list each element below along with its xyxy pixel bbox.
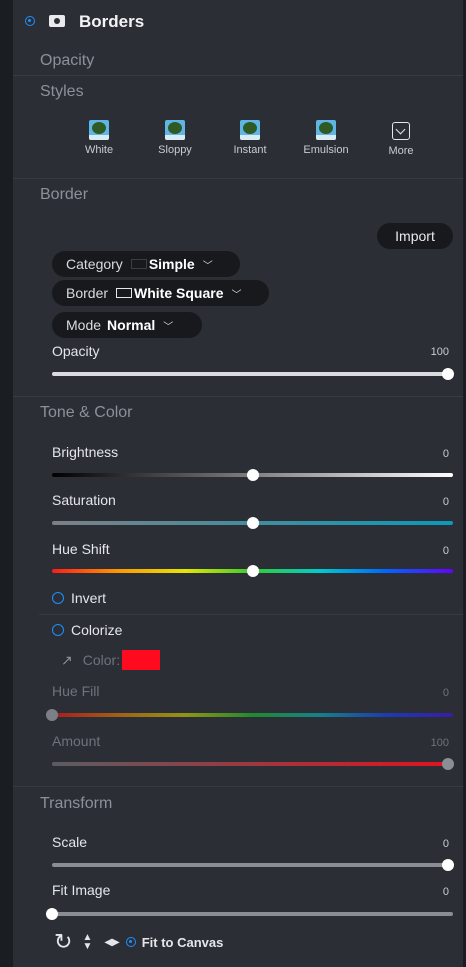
scale-slider[interactable] [52,859,454,871]
transform-section-label[interactable]: Transform [40,795,112,813]
brightness-slider[interactable] [52,469,453,481]
style-preset-emulsion[interactable]: Emulsion [291,120,361,156]
colorize-label: Colorize [71,622,123,638]
hue-fill-label: Hue Fill [52,683,100,699]
chevron-down-icon: ﹀ [202,260,213,272]
eyedropper-icon[interactable]: ↗ [61,652,73,669]
colorize-radio-icon[interactable] [52,624,64,636]
hue-shift-label: Hue Shift [52,541,110,557]
border-label: Border [66,285,109,301]
fit-to-canvas-radio-icon[interactable] [125,937,136,947]
mode-value: Normal [107,317,156,333]
tree-thumbnail-icon [240,120,260,140]
flip-horizontal-icon[interactable]: ◀▶ [104,937,119,948]
colorize-toggle[interactable]: Colorize [52,622,122,638]
brightness-value: 0 [442,448,449,460]
border-opacity-value: 100 [430,346,449,358]
fit-image-label: Fit Image [52,882,111,898]
border-value: White Square [134,285,224,301]
style-label: White [84,144,114,156]
styles-section-label[interactable]: Styles [40,83,84,101]
fit-image-value: 0 [442,886,449,898]
amount-slider[interactable] [52,758,454,770]
chevron-box-icon [392,122,410,140]
saturation-slider[interactable] [52,517,453,529]
square-outline-icon [116,288,133,298]
opacity-section-label[interactable]: Opacity [40,52,94,70]
tree-thumbnail-icon [165,120,185,140]
amount-label: Amount [52,733,101,749]
category-square-icon [130,259,147,269]
import-button[interactable]: Import [377,223,453,249]
mode-dropdown[interactable]: Mode Normal ﹀ [52,312,202,338]
mode-label: Mode [66,317,102,333]
style-more-button[interactable]: More [366,120,436,157]
hue-shift-value: 0 [442,545,449,557]
hue-shift-slider[interactable] [52,565,453,577]
borders-panel: Borders Opacity Styles White Sloppy Inst… [13,0,463,967]
invert-toggle[interactable]: Invert [52,590,106,606]
border-opacity-label: Opacity [52,343,100,359]
hue-fill-slider[interactable] [46,709,453,721]
panel-title: Borders [79,12,145,31]
border-dropdown[interactable]: Border White Square ﹀ [52,280,269,306]
chevron-down-icon: ﹀ [163,321,174,333]
mask-icon[interactable] [49,15,65,27]
hue-fill-value: 0 [442,687,449,699]
border-section-label[interactable]: Border [40,186,88,204]
scale-thumb[interactable] [442,859,454,871]
divider [13,178,463,179]
amount-thumb[interactable] [442,758,454,770]
category-dropdown[interactable]: Category Simple ﹀ [52,251,240,277]
tree-thumbnail-icon [89,120,109,140]
style-label: Emulsion [303,144,349,156]
fit-to-canvas-label: Fit to Canvas [141,934,224,950]
panel-header[interactable]: Borders [13,0,463,44]
hue-fill-thumb[interactable] [46,709,58,721]
enable-radio-icon[interactable] [25,16,35,26]
fit-image-slider[interactable] [46,908,453,920]
style-preset-sloppy[interactable]: Sloppy [140,120,210,156]
border-opacity-thumb[interactable] [442,368,454,380]
hue-shift-thumb[interactable] [246,565,259,577]
scale-value: 0 [442,838,449,850]
style-label: Instant [233,144,267,156]
divider [13,786,463,787]
tone-color-section-label[interactable]: Tone & Color [40,404,133,422]
color-label: Color: [82,652,121,668]
chevron-down-icon: ﹀ [231,289,242,301]
flip-vertical-icon[interactable]: ▲ ▼ [82,933,92,952]
saturation-thumb[interactable] [246,517,259,529]
color-swatch[interactable] [122,650,161,670]
category-value: Simple [148,256,195,272]
style-label: Sloppy [158,144,192,156]
invert-label: Invert [71,590,107,606]
transform-toolbar: ↻ ▲ ▼ ◀▶ Fit to Canvas [54,931,223,953]
fit-image-thumb[interactable] [46,908,58,920]
rotate-icon[interactable]: ↻ [54,931,72,953]
brightness-label: Brightness [52,444,119,460]
tree-thumbnail-icon [316,120,336,140]
saturation-label: Saturation [52,492,116,508]
border-opacity-slider[interactable] [52,368,454,380]
brightness-thumb[interactable] [246,469,259,481]
style-label: More [388,145,414,157]
style-preset-white[interactable]: White [64,120,134,156]
color-picker-row: ↗ Color: [61,650,161,670]
saturation-value: 0 [442,496,449,508]
scale-label: Scale [52,834,88,850]
divider [13,396,463,397]
category-label: Category [66,256,123,272]
amount-value: 100 [430,737,449,749]
style-preset-instant[interactable]: Instant [215,120,285,156]
divider [13,75,463,76]
divider [39,614,463,615]
invert-radio-icon[interactable] [52,592,64,604]
